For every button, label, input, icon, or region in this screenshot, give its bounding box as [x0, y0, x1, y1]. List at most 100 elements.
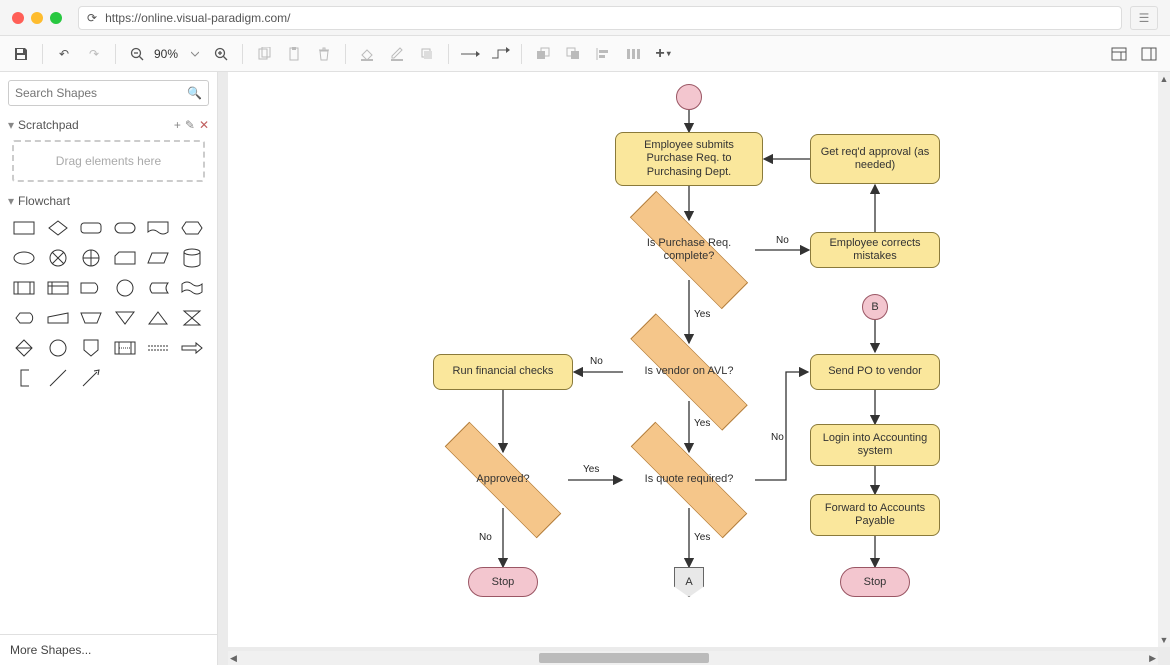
shape-terminator[interactable]	[111, 216, 139, 240]
shape-card[interactable]	[111, 246, 139, 270]
hamburger-icon: ☰	[1139, 11, 1150, 25]
align-button[interactable]	[590, 41, 616, 67]
horizontal-scrollbar[interactable]: ◀▶	[228, 651, 1158, 665]
zoom-dropdown[interactable]	[182, 41, 208, 67]
save-button[interactable]	[8, 41, 34, 67]
search-shapes-field[interactable]: 🔍	[8, 80, 209, 106]
node-stop-b[interactable]: Stop	[840, 567, 910, 597]
shape-bracket[interactable]	[10, 366, 38, 390]
shape-manual-op[interactable]	[77, 306, 105, 330]
maximize-window-button[interactable]	[50, 12, 62, 24]
minimize-window-button[interactable]	[31, 12, 43, 24]
canvas[interactable]: Employee submits Purchase Req. to Purcha…	[228, 72, 1160, 647]
connection-style-button[interactable]	[457, 41, 483, 67]
flowchart-title: Flowchart	[18, 194, 209, 208]
label-d4-no: No	[771, 432, 784, 443]
shape-tape[interactable]	[178, 276, 206, 300]
scratchpad-dropzone[interactable]: Drag elements here	[12, 140, 205, 182]
search-icon[interactable]: 🔍	[187, 86, 202, 100]
paste-button[interactable]	[281, 41, 307, 67]
shape-annotation[interactable]	[111, 336, 139, 360]
node-submit-req[interactable]: Employee submits Purchase Req. to Purcha…	[615, 132, 763, 186]
line-color-button[interactable]	[384, 41, 410, 67]
node-vendor-avl[interactable]: Is vendor on AVL?	[624, 343, 754, 401]
label-d1-no: No	[776, 235, 789, 246]
node-purchase-complete[interactable]: Is Purchase Req. complete?	[624, 220, 754, 280]
zoom-level[interactable]: 90%	[150, 47, 182, 61]
node-stop-a[interactable]: Stop	[468, 567, 538, 597]
reload-icon[interactable]: ⟳	[87, 11, 97, 25]
shape-or[interactable]	[77, 246, 105, 270]
toolbar: ↶ ↷ 90% +▾	[0, 36, 1170, 72]
shape-cylinder[interactable]	[178, 246, 206, 270]
format-panel-button[interactable]	[1106, 41, 1132, 67]
shape-parallelogram[interactable]	[144, 246, 172, 270]
label-d2-yes: Yes	[694, 418, 710, 429]
zoom-in-button[interactable]	[208, 41, 234, 67]
zoom-out-button[interactable]	[124, 41, 150, 67]
traffic-lights	[12, 12, 62, 24]
shape-delay[interactable]	[77, 276, 105, 300]
node-forward-payable[interactable]: Forward to Accounts Payable	[810, 494, 940, 536]
shape-display[interactable]	[10, 306, 38, 330]
shape-internal-storage[interactable]	[44, 276, 72, 300]
distribute-button[interactable]	[620, 41, 646, 67]
vertical-scrollbar[interactable]: ▲▼	[1158, 72, 1170, 647]
node-run-checks[interactable]: Run financial checks	[433, 354, 573, 390]
to-back-button[interactable]	[560, 41, 586, 67]
redo-button[interactable]: ↷	[81, 41, 107, 67]
label-d1-yes: Yes	[694, 309, 710, 320]
node-start[interactable]	[676, 84, 702, 110]
shapes-sidebar: 🔍 ▾ Scratchpad + ✎ ✕ Drag elements here …	[0, 72, 218, 665]
more-shapes-link[interactable]: More Shapes...	[0, 634, 217, 665]
delete-button[interactable]	[311, 41, 337, 67]
node-offpage-a[interactable]: A	[674, 567, 704, 597]
node-quote-required[interactable]: Is quote required?	[624, 452, 754, 508]
shape-arrow-line[interactable]	[77, 366, 105, 390]
shape-document[interactable]	[144, 216, 172, 240]
node-correct-mistakes[interactable]: Employee corrects mistakes	[810, 232, 940, 268]
node-approved[interactable]: Approved?	[438, 452, 568, 508]
node-login-accounting[interactable]: Login into Accounting system	[810, 424, 940, 466]
shape-line[interactable]	[44, 366, 72, 390]
shape-connector[interactable]	[44, 336, 72, 360]
shape-manual-input[interactable]	[44, 306, 72, 330]
shape-arrow[interactable]	[178, 336, 206, 360]
shape-extract[interactable]	[144, 306, 172, 330]
address-bar[interactable]: ⟳ https://online.visual-paradigm.com/	[78, 6, 1122, 30]
insert-button[interactable]: +▾	[650, 41, 676, 67]
node-connector-b[interactable]: B	[862, 294, 888, 320]
to-front-button[interactable]	[530, 41, 556, 67]
add-scratch-icon[interactable]: +	[174, 118, 181, 132]
shape-diamond[interactable]	[44, 216, 72, 240]
shadow-button[interactable]	[414, 41, 440, 67]
shape-offpage[interactable]	[77, 336, 105, 360]
shape-sum[interactable]	[44, 246, 72, 270]
undo-button[interactable]: ↶	[51, 41, 77, 67]
close-scratch-icon[interactable]: ✕	[199, 118, 209, 132]
shape-rounded[interactable]	[77, 216, 105, 240]
waypoint-style-button[interactable]	[487, 41, 513, 67]
outline-panel-button[interactable]	[1136, 41, 1162, 67]
shape-ellipse[interactable]	[10, 246, 38, 270]
shape-merge[interactable]	[111, 306, 139, 330]
shape-stored-data[interactable]	[144, 276, 172, 300]
shape-collate[interactable]	[178, 306, 206, 330]
copy-button[interactable]	[251, 41, 277, 67]
edit-scratch-icon[interactable]: ✎	[185, 118, 195, 132]
shape-rectangle[interactable]	[10, 216, 38, 240]
collapse-icon[interactable]: ▾	[8, 194, 14, 208]
shape-circle[interactable]	[111, 276, 139, 300]
shape-process[interactable]	[10, 276, 38, 300]
fill-color-button[interactable]	[354, 41, 380, 67]
close-window-button[interactable]	[12, 12, 24, 24]
node-get-approval[interactable]: Get req'd approval (as needed)	[810, 134, 940, 184]
shape-sort[interactable]	[10, 336, 38, 360]
canvas-area[interactable]: Employee submits Purchase Req. to Purcha…	[218, 72, 1170, 665]
collapse-icon[interactable]: ▾	[8, 118, 14, 132]
node-send-po[interactable]: Send PO to vendor	[810, 354, 940, 390]
shape-hexagon[interactable]	[178, 216, 206, 240]
menu-button[interactable]: ☰	[1130, 6, 1158, 30]
shape-transfer[interactable]	[144, 336, 172, 360]
search-shapes-input[interactable]	[15, 86, 187, 100]
